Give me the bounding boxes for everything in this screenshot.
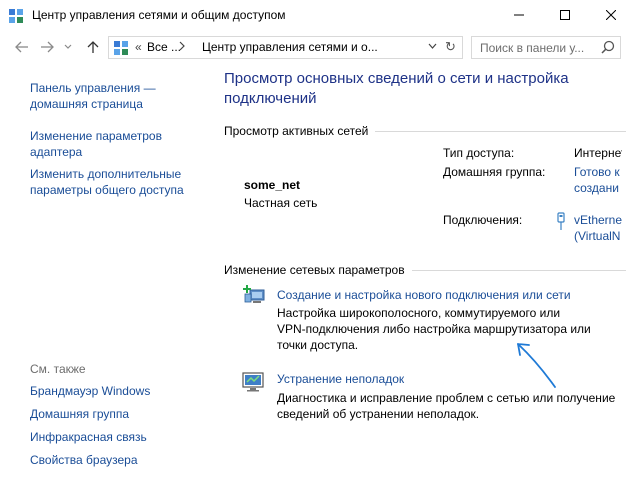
breadcrumb-overflow-icon[interactable]: « xyxy=(135,40,142,54)
description-line: Настройка широкополосного, коммутируемог… xyxy=(277,306,561,320)
see-also-firewall-link[interactable]: Брандмауэр Windows xyxy=(30,383,150,399)
description-line: точки доступа. xyxy=(277,338,359,352)
back-button[interactable] xyxy=(13,37,31,57)
homegroup-status-link-line2[interactable]: создани xyxy=(574,181,619,195)
sidebar-link-line: домашняя страница xyxy=(30,97,143,111)
description-line: VPN-подключения либо настройка маршрутиз… xyxy=(277,322,591,336)
search-icon[interactable] xyxy=(601,40,615,54)
troubleshoot-link[interactable]: Устранение неполадок xyxy=(277,372,404,386)
connections-label: Подключения: xyxy=(443,213,523,227)
address-bar[interactable]: « Все ... Центр управления сетями и о...… xyxy=(108,36,463,59)
troubleshoot-description: Диагностика и исправление проблем с сеть… xyxy=(277,390,622,422)
see-also-heading: См. также xyxy=(30,362,86,376)
breadcrumb-network-center[interactable]: Центр управления сетями и о... xyxy=(202,40,378,54)
network-center-icon xyxy=(8,8,24,24)
network-values-column: Интернет Готово к создани vEthernet (Vir… xyxy=(572,140,622,260)
sidebar-link-advanced-sharing[interactable]: Изменить дополнительные параметры общего… xyxy=(30,166,215,198)
window-title: Центр управления сетями и общим доступом xyxy=(32,8,286,22)
sidebar-link-adapter-settings[interactable]: Изменение параметров адаптера xyxy=(30,128,215,160)
recent-locations-button[interactable] xyxy=(61,37,75,57)
page-title: Просмотр основных сведений о сети и наст… xyxy=(224,69,624,109)
access-type-value: Интернет xyxy=(574,146,622,160)
new-connection-description: Настройка широкополосного, коммутируемог… xyxy=(277,305,622,353)
new-connection-link[interactable]: Создание и настройка нового подключения … xyxy=(277,288,571,302)
network-type[interactable]: Частная сеть xyxy=(244,196,317,210)
sidebar-link-line: Изменение параметров xyxy=(30,129,162,143)
sidebar-link-control-panel-home[interactable]: Панель управления — домашняя страница xyxy=(30,80,215,112)
description-line: Диагностика и исправление проблем с сеть… xyxy=(277,391,616,405)
maximize-button[interactable] xyxy=(542,0,588,30)
homegroup-status-link[interactable]: Готово к xyxy=(574,165,620,179)
control-panel-icon xyxy=(113,40,129,56)
refresh-icon[interactable]: ↻ xyxy=(445,39,456,55)
sidebar-link-line: Панель управления — xyxy=(30,81,156,95)
active-networks-title: Просмотр активных сетей xyxy=(224,124,369,138)
page-title-line: подключений xyxy=(224,90,317,107)
window-right-edge xyxy=(626,62,634,488)
sidebar-link-line: адаптера xyxy=(30,145,83,159)
breadcrumb-separator-icon[interactable] xyxy=(179,41,185,53)
troubleshoot-icon xyxy=(242,371,266,393)
access-type-label: Тип доступа: xyxy=(443,146,515,160)
close-button[interactable] xyxy=(588,0,634,30)
ethernet-adapter-icon xyxy=(556,212,566,232)
section-divider xyxy=(412,270,626,271)
address-dropdown-icon[interactable] xyxy=(428,41,437,51)
see-also-browser-properties-link[interactable]: Свойства браузера xyxy=(30,452,138,468)
connection-link-line2[interactable]: (VirtualN xyxy=(574,229,620,243)
annotation-arrow xyxy=(517,343,556,388)
see-also-homegroup-link[interactable]: Домашняя группа xyxy=(30,406,129,422)
breadcrumb-all-items[interactable]: Все ... xyxy=(147,40,181,54)
section-divider xyxy=(375,131,626,132)
up-button[interactable] xyxy=(84,37,102,57)
network-name: some_net xyxy=(244,178,301,192)
connection-link[interactable]: vEthernet xyxy=(574,213,622,227)
see-also-infrared-link[interactable]: Инфракрасная связь xyxy=(30,429,147,445)
homegroup-label: Домашняя группа: xyxy=(443,165,546,179)
search-input[interactable]: Поиск в панели у... xyxy=(471,36,621,59)
change-settings-title: Изменение сетевых параметров xyxy=(224,263,405,277)
minimize-button[interactable] xyxy=(496,0,542,30)
description-line: сведений об устранении неполадок. xyxy=(277,407,480,421)
sidebar-link-line: параметры общего доступа xyxy=(30,183,184,197)
new-connection-icon xyxy=(242,285,266,307)
forward-button[interactable] xyxy=(38,37,56,57)
page-title-line: Просмотр основных сведений о сети и наст… xyxy=(224,70,569,87)
search-placeholder: Поиск в панели у... xyxy=(480,41,585,55)
sidebar-link-line: Изменить дополнительные xyxy=(30,167,182,181)
